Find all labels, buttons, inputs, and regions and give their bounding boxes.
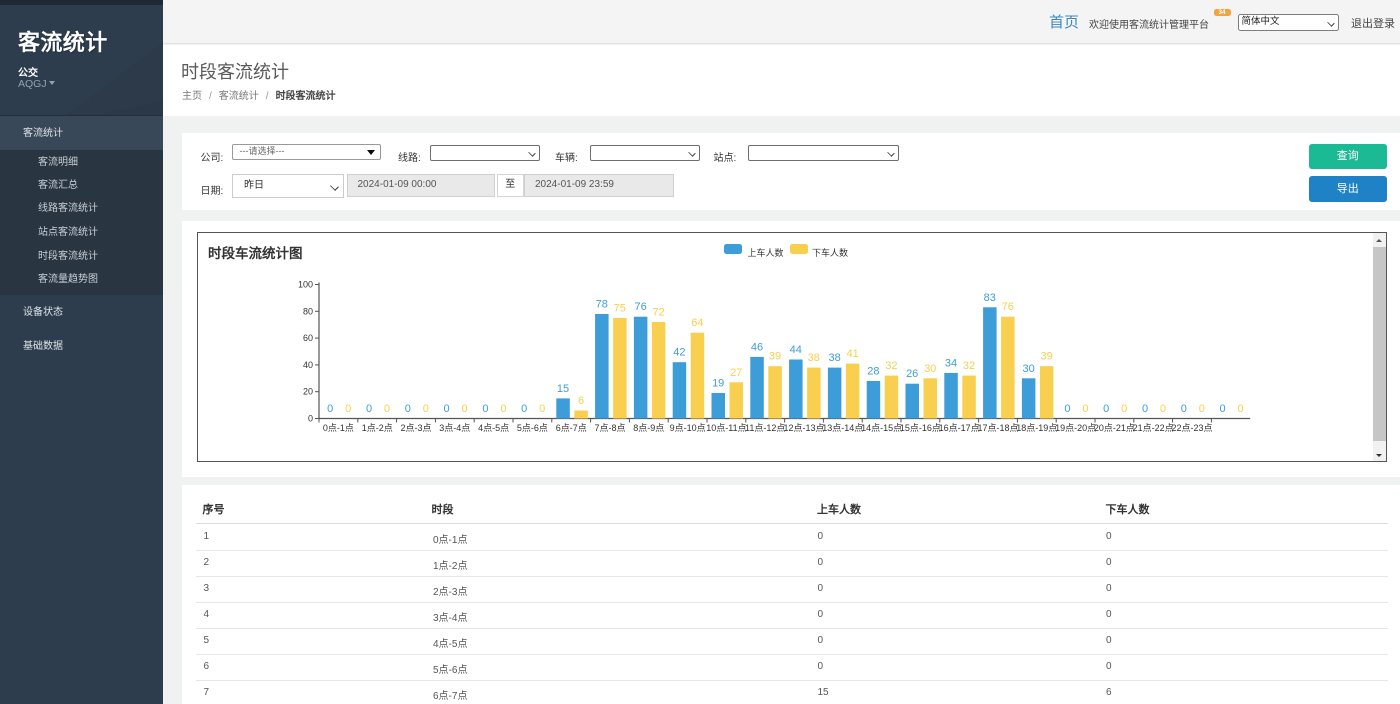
svg-text:0: 0 xyxy=(1160,403,1166,415)
svg-text:40: 40 xyxy=(303,360,313,370)
svg-text:76: 76 xyxy=(1002,301,1014,313)
svg-text:2点-3点: 2点-3点 xyxy=(400,423,431,433)
svg-text:64: 64 xyxy=(691,317,703,329)
svg-text:11点-12点: 11点-12点 xyxy=(745,423,785,433)
svg-text:0: 0 xyxy=(327,403,333,415)
svg-text:13点-14点: 13点-14点 xyxy=(822,423,863,433)
svg-text:0: 0 xyxy=(1238,403,1244,415)
svg-text:27: 27 xyxy=(730,367,742,379)
svg-text:0: 0 xyxy=(1181,403,1187,415)
svg-text:10点-11点: 10点-11点 xyxy=(706,423,746,433)
svg-text:34: 34 xyxy=(945,357,957,369)
svg-text:3点-4点: 3点-4点 xyxy=(439,423,470,433)
svg-text:19: 19 xyxy=(712,378,724,390)
svg-text:78: 78 xyxy=(596,299,608,311)
svg-text:0: 0 xyxy=(444,403,450,415)
svg-text:14点-15点: 14点-15点 xyxy=(861,423,902,433)
svg-text:1点-2点: 1点-2点 xyxy=(362,423,393,433)
svg-text:75: 75 xyxy=(614,303,626,315)
svg-text:4点-5点: 4点-5点 xyxy=(478,423,509,433)
svg-text:15: 15 xyxy=(557,383,569,395)
svg-text:6点-7点: 6点-7点 xyxy=(556,423,587,433)
svg-text:0: 0 xyxy=(1082,403,1088,415)
svg-text:5点-6点: 5点-6点 xyxy=(517,423,548,433)
svg-text:0: 0 xyxy=(1220,403,1226,415)
svg-text:0: 0 xyxy=(384,403,390,415)
svg-text:100: 100 xyxy=(298,280,313,290)
svg-text:83: 83 xyxy=(984,292,996,304)
svg-text:22点-23点: 22点-23点 xyxy=(1171,423,1212,433)
svg-text:8点-9点: 8点-9点 xyxy=(633,423,664,433)
svg-text:16点-17点: 16点-17点 xyxy=(939,423,980,433)
svg-text:0: 0 xyxy=(1064,403,1070,415)
svg-text:80: 80 xyxy=(303,306,313,316)
svg-text:38: 38 xyxy=(828,352,840,364)
svg-text:20点-21点: 20点-21点 xyxy=(1094,423,1135,433)
svg-text:30: 30 xyxy=(1022,363,1034,375)
svg-text:0: 0 xyxy=(1142,403,1148,415)
svg-text:21点-22点: 21点-22点 xyxy=(1133,423,1174,433)
svg-text:0点-1点: 0点-1点 xyxy=(323,423,354,433)
svg-text:0: 0 xyxy=(308,414,313,424)
svg-text:0: 0 xyxy=(1199,403,1205,415)
svg-text:38: 38 xyxy=(808,352,820,364)
svg-text:42: 42 xyxy=(673,347,685,359)
svg-text:18点-19点: 18点-19点 xyxy=(1016,423,1057,433)
svg-text:0: 0 xyxy=(1103,403,1109,415)
svg-text:0: 0 xyxy=(423,403,429,415)
svg-text:41: 41 xyxy=(846,348,858,360)
svg-text:39: 39 xyxy=(1040,351,1052,363)
svg-text:32: 32 xyxy=(885,360,897,372)
svg-text:0: 0 xyxy=(462,403,468,415)
svg-text:6: 6 xyxy=(578,395,584,407)
svg-text:15点-16点: 15点-16点 xyxy=(900,423,941,433)
svg-text:46: 46 xyxy=(751,341,763,353)
svg-text:7点-8点: 7点-8点 xyxy=(594,423,625,433)
svg-text:0: 0 xyxy=(405,403,411,415)
svg-text:0: 0 xyxy=(1121,403,1127,415)
svg-text:32: 32 xyxy=(963,360,975,372)
svg-text:30: 30 xyxy=(924,363,936,375)
svg-text:26: 26 xyxy=(906,368,918,380)
svg-text:12点-13点: 12点-13点 xyxy=(783,423,824,433)
svg-text:76: 76 xyxy=(634,301,646,313)
svg-text:17点-18点: 17点-18点 xyxy=(977,423,1018,433)
svg-text:9点-10点: 9点-10点 xyxy=(670,423,706,433)
svg-text:44: 44 xyxy=(790,344,802,356)
svg-text:72: 72 xyxy=(652,307,664,319)
svg-text:39: 39 xyxy=(769,351,781,363)
svg-text:0: 0 xyxy=(345,403,351,415)
svg-text:0: 0 xyxy=(539,403,545,415)
svg-text:0: 0 xyxy=(521,403,527,415)
svg-text:0: 0 xyxy=(500,403,506,415)
svg-text:20: 20 xyxy=(303,387,313,397)
svg-text:19点-20点: 19点-20点 xyxy=(1055,423,1096,433)
svg-text:0: 0 xyxy=(366,403,372,415)
svg-text:0: 0 xyxy=(482,403,488,415)
svg-text:60: 60 xyxy=(303,333,313,343)
svg-text:28: 28 xyxy=(867,366,879,378)
